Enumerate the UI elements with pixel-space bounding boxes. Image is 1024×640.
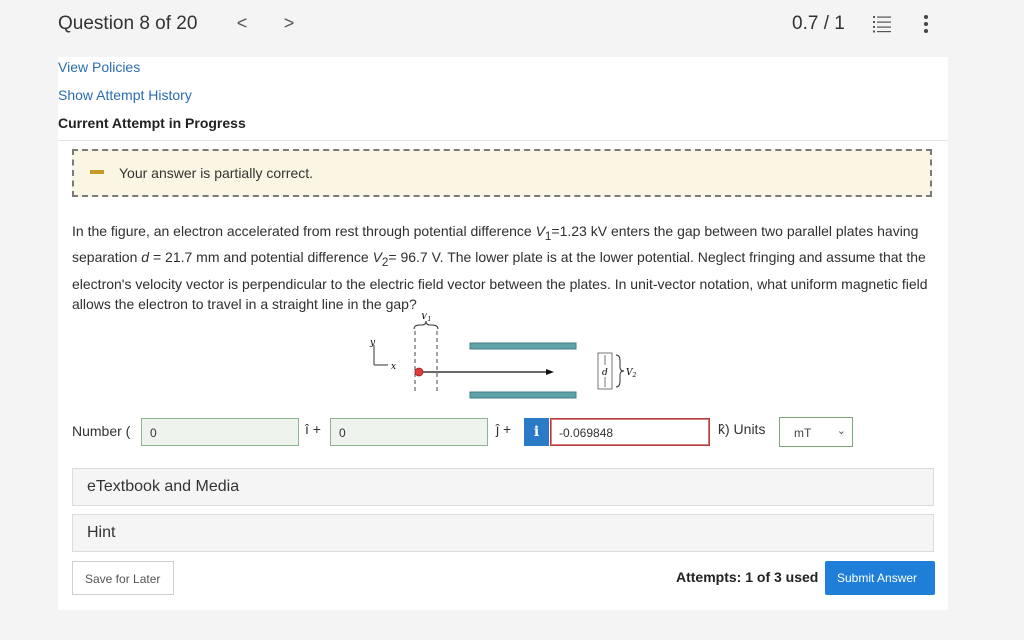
save-for-later-label: Save for Later	[85, 572, 161, 586]
hint-accordion[interactable]: Hint	[72, 514, 934, 552]
previous-question-button[interactable]: <	[232, 12, 252, 34]
info-icon[interactable]: i	[524, 418, 549, 446]
answer-row: Number ( 0 î + 0 ĵ + i -0.069848 k̂) Uni…	[72, 415, 942, 449]
parallel-plates-diagram: y x V1 d V2	[369, 312, 637, 399]
upper-plate	[469, 342, 577, 350]
etextbook-media-label: eTextbook and Media	[87, 478, 240, 495]
v2-label: V2	[626, 368, 637, 379]
lower-plate	[469, 391, 577, 399]
problem-text-3: = 21.7 mm and potential difference	[149, 249, 373, 266]
list-icon[interactable]	[872, 14, 892, 34]
view-policies-link[interactable]: View Policies	[58, 59, 140, 75]
next-question-button[interactable]: >	[279, 12, 299, 34]
i-component-input[interactable]: 0	[141, 418, 299, 446]
submit-answer-label: Submit Answer	[837, 571, 918, 585]
submit-answer-button[interactable]: Submit Answer	[825, 561, 935, 595]
v2-brace	[615, 354, 625, 388]
problem-statement: In the figure, an electron accelerated f…	[72, 221, 938, 315]
electron	[414, 367, 424, 377]
attempts-counter: Attempts: 1 of 3 used	[676, 569, 819, 585]
physics-figure: y x V1 d V2	[358, 312, 658, 405]
d-symbol: d	[141, 249, 150, 266]
units-select[interactable]: mT ⌄	[779, 417, 853, 447]
v2-symbol: V	[372, 249, 382, 266]
question-header: Question 8 of 20 < > 0.7 / 1	[0, 0, 1024, 48]
question-score: 0.7 / 1	[792, 13, 845, 34]
partial-status-icon	[90, 170, 104, 174]
y-axis-label: y	[369, 338, 376, 348]
v1-label: V1	[421, 313, 431, 323]
current-attempt-title: Current Attempt in Progress	[58, 115, 246, 131]
etextbook-media-accordion[interactable]: eTextbook and Media	[72, 468, 934, 506]
save-for-later-button[interactable]: Save for Later	[72, 561, 174, 595]
hint-label: Hint	[87, 524, 116, 541]
i-hat-label: î +	[305, 421, 321, 437]
v1-symbol: V	[535, 223, 545, 239]
question-counter: Question 8 of 20	[58, 13, 198, 34]
partial-correct-banner: Your answer is partially correct.	[72, 149, 932, 197]
divider	[58, 140, 948, 141]
show-attempt-history-link[interactable]: Show Attempt History	[58, 87, 192, 103]
units-selected-value: mT	[794, 426, 812, 440]
k-component-input[interactable]: -0.069848	[550, 418, 710, 446]
chevron-down-icon: ⌄	[836, 425, 846, 437]
d-label: d	[602, 368, 608, 378]
problem-text-1: In the figure, an electron accelerated f…	[72, 223, 536, 239]
number-label: Number (	[72, 423, 131, 439]
j-hat-label: ĵ +	[496, 421, 512, 437]
k-hat-units-label: k̂) Units	[718, 421, 766, 437]
question-card: View Policies Show Attempt History Curre…	[58, 57, 948, 610]
velocity-arrowhead	[546, 369, 554, 375]
vertical-ellipsis-icon[interactable]	[918, 13, 934, 35]
feedback-message: Your answer is partially correct.	[119, 165, 314, 181]
v1-brace	[413, 320, 439, 330]
x-axis-label: x	[391, 362, 396, 372]
j-component-input[interactable]: 0	[330, 418, 488, 446]
